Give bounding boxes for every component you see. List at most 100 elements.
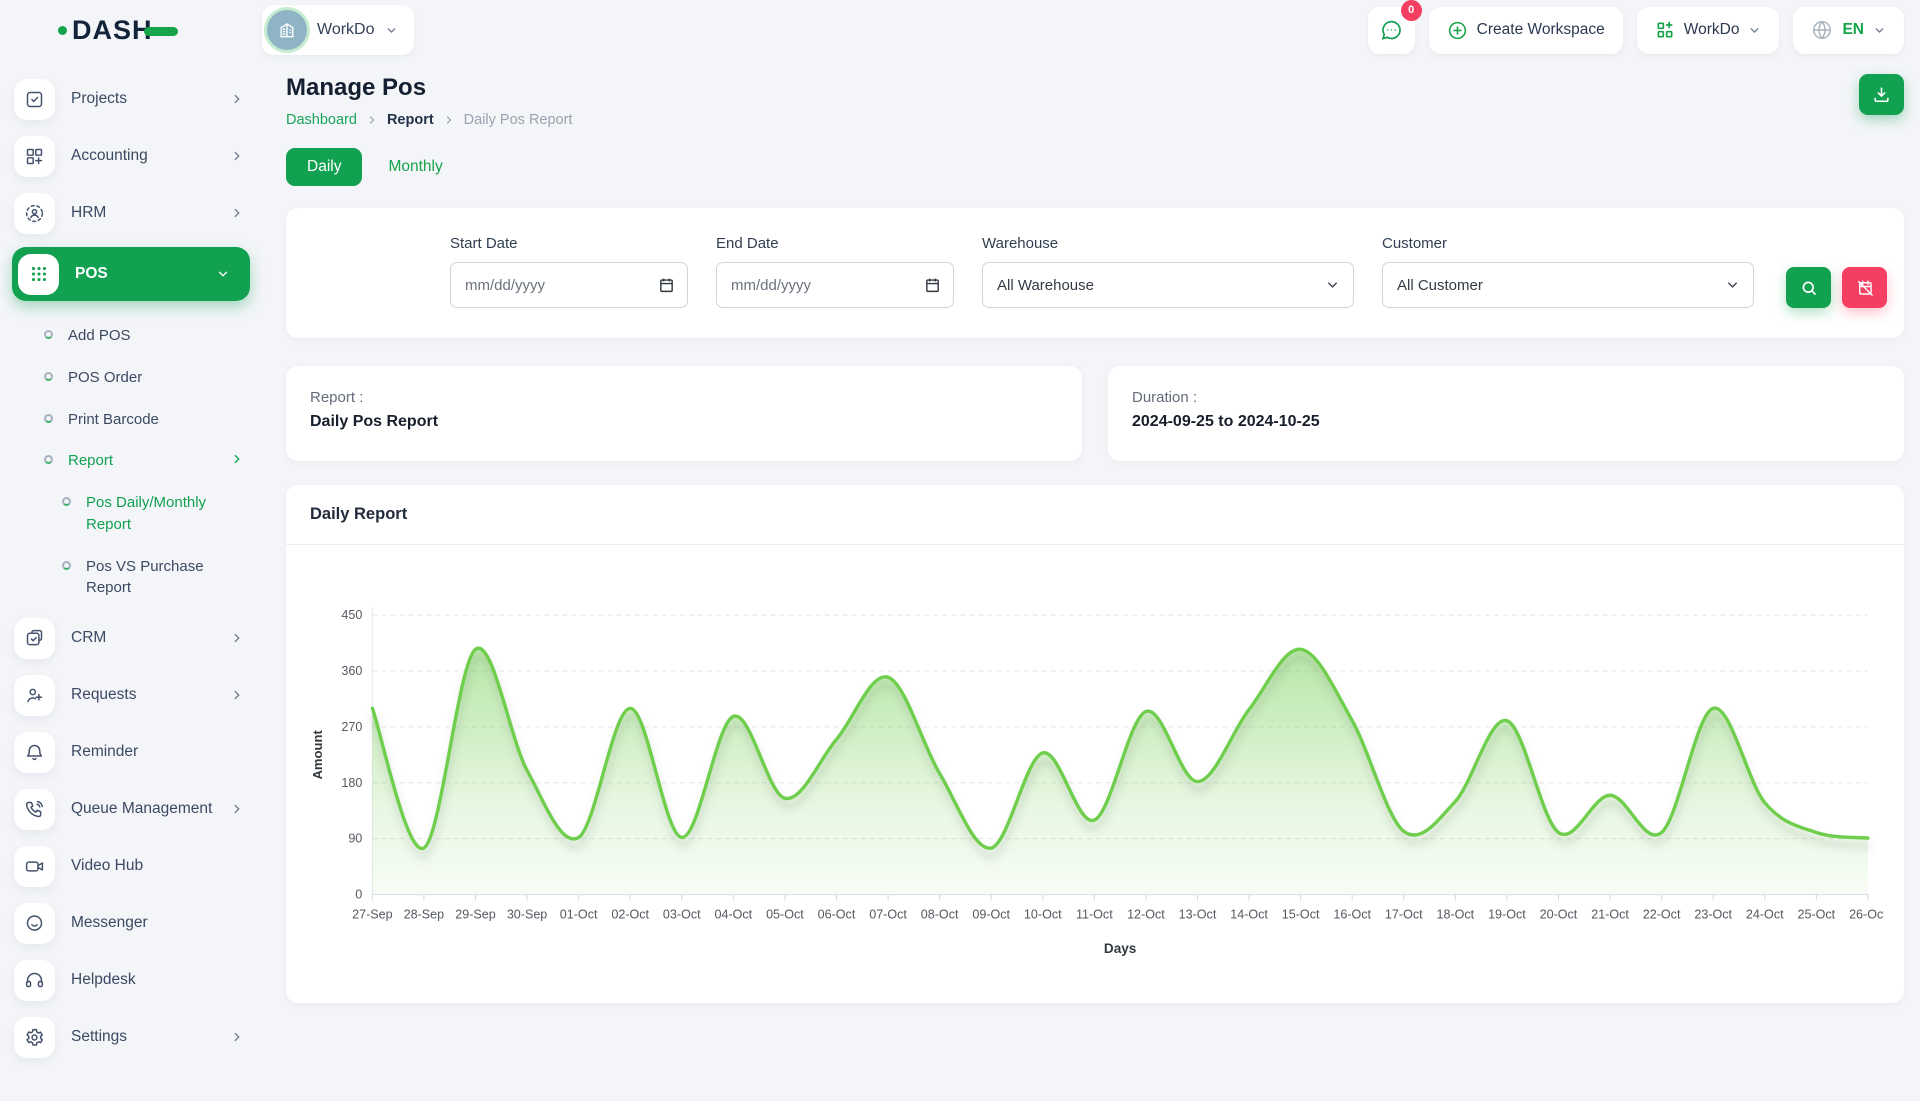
reset-filter-button[interactable] [1842,267,1887,308]
globe-icon [1811,19,1833,41]
chevron-right-icon [230,688,244,702]
report-submenu: Pos Daily/Monthly Report Pos VS Purchase… [44,482,250,609]
duration-label: Duration : [1132,389,1880,406]
svg-text:17-Oct: 17-Oct [1385,908,1423,922]
workspace-name: WorkDo [317,21,375,39]
chat-bubble-icon [1379,18,1403,42]
sidebar-item-hrm[interactable]: HRM [14,190,250,236]
main-content: Manage Pos Dashboard Report Daily Pos Re… [262,60,1920,1101]
customer-select[interactable]: All Customer [1382,262,1754,308]
workspace-menu-button[interactable]: WorkDo [1637,7,1780,54]
video-camera-icon [24,856,45,877]
customer-label: Customer [1382,235,1754,252]
duration-summary-card: Duration : 2024-09-25 to 2024-10-25 [1108,366,1904,461]
hrm-person-circle-icon [24,203,45,224]
svg-text:09-Oct: 09-Oct [972,908,1010,922]
svg-text:13-Oct: 13-Oct [1179,908,1217,922]
svg-text:02-Oct: 02-Oct [611,908,649,922]
tab-daily[interactable]: Daily [286,148,362,186]
grid-plus-icon [1655,20,1675,40]
svg-text:21-Oct: 21-Oct [1591,908,1629,922]
download-icon [1872,85,1891,104]
language-selector[interactable]: EN [1793,7,1904,54]
sidebar-subitem-pos-vs-purchase-report[interactable]: Pos VS Purchase Report [62,546,250,610]
sidebar-item-video-hub[interactable]: Video Hub [14,843,250,889]
daily-report-card: Daily Report 09018027036045027-Sep28-Sep… [286,485,1904,1003]
chevron-right-icon [230,206,244,220]
plus-circle-icon [1447,20,1468,41]
chevron-right-icon [230,631,244,645]
bullet-icon [62,561,71,570]
breadcrumb-report-link[interactable]: Report [387,112,434,128]
start-date-label: Start Date [450,235,688,252]
svg-text:03-Oct: 03-Oct [663,908,701,922]
logo-text: DASH [72,15,153,46]
sidebar-subitem-pos-daily-monthly-report[interactable]: Pos Daily/Monthly Report [62,482,250,546]
reminder-bell-icon [24,742,45,763]
svg-text:Days: Days [1104,941,1136,956]
svg-text:05-Oct: 05-Oct [766,908,804,922]
workspace-avatar [267,10,307,50]
svg-text:30-Sep: 30-Sep [507,908,547,922]
start-date-input[interactable] [450,262,688,308]
warehouse-select[interactable]: All Warehouse [982,262,1354,308]
chevron-down-icon [1748,24,1761,37]
svg-text:90: 90 [348,832,362,846]
svg-text:04-Oct: 04-Oct [715,908,753,922]
chevron-right-icon [230,92,244,106]
sidebar-subitem-report[interactable]: Report [44,440,250,482]
breadcrumb-dashboard-link[interactable]: Dashboard [286,112,357,128]
svg-text:Amount: Amount [310,730,325,780]
bullet-icon [44,372,53,381]
bullet-icon [44,414,53,423]
sidebar-item-queue-management[interactable]: Queue Management [14,786,250,832]
svg-text:270: 270 [341,720,362,734]
report-period-tabs: Daily Monthly [286,148,1904,186]
sidebar: Projects Accounting HRM POS Add POS POS … [0,60,262,1101]
svg-text:28-Sep: 28-Sep [404,908,444,922]
end-date-label: End Date [716,235,954,252]
projects-checkbox-icon [24,89,45,110]
svg-text:27-Sep: 27-Sep [352,908,392,922]
report-label: Report : [310,389,1058,406]
sidebar-item-reminder[interactable]: Reminder [14,729,250,775]
sidebar-item-accounting[interactable]: Accounting [14,133,250,179]
apply-filter-button[interactable] [1786,267,1831,308]
sidebar-subitem-pos-order[interactable]: POS Order [44,357,250,399]
download-button[interactable] [1859,74,1904,115]
svg-text:360: 360 [341,664,362,678]
breadcrumb: Dashboard Report Daily Pos Report [286,112,572,128]
workspace-selector[interactable]: WorkDo [262,5,414,55]
sidebar-subitem-print-barcode[interactable]: Print Barcode [44,399,250,441]
report-summary-card: Report : Daily Pos Report [286,366,1082,461]
daily-report-area-chart: 09018027036045027-Sep28-Sep29-Sep30-Sep0… [306,585,1884,987]
sidebar-item-projects[interactable]: Projects [14,76,250,122]
chevron-down-icon [1725,278,1740,293]
svg-text:07-Oct: 07-Oct [869,908,907,922]
chevron-right-icon [366,114,378,126]
svg-text:19-Oct: 19-Oct [1488,908,1526,922]
end-date-input[interactable] [716,262,954,308]
svg-text:16-Oct: 16-Oct [1333,908,1371,922]
svg-text:18-Oct: 18-Oct [1437,908,1475,922]
sidebar-item-helpdesk[interactable]: Helpdesk [14,957,250,1003]
sidebar-item-requests[interactable]: Requests [14,672,250,718]
sidebar-item-crm[interactable]: CRM [14,615,250,661]
tab-monthly[interactable]: Monthly [388,158,442,176]
sidebar-item-messenger[interactable]: Messenger [14,900,250,946]
chevron-right-icon [230,149,244,163]
sidebar-item-pos[interactable]: POS [12,247,250,301]
chevron-down-icon [1325,278,1340,293]
calendar-icon [924,277,941,294]
chevron-right-icon [230,452,244,466]
sidebar-item-settings[interactable]: Settings [14,1014,250,1060]
report-value: Daily Pos Report [310,413,1058,431]
language-label: EN [1842,21,1864,39]
messages-button[interactable]: 0 [1368,7,1415,54]
svg-text:450: 450 [341,608,362,622]
sidebar-subitem-add-pos[interactable]: Add POS [44,315,250,357]
create-workspace-button[interactable]: Create Workspace [1429,7,1623,54]
page-title: Manage Pos [286,74,572,102]
chevron-down-icon [1873,24,1886,37]
svg-text:23-Oct: 23-Oct [1694,908,1732,922]
